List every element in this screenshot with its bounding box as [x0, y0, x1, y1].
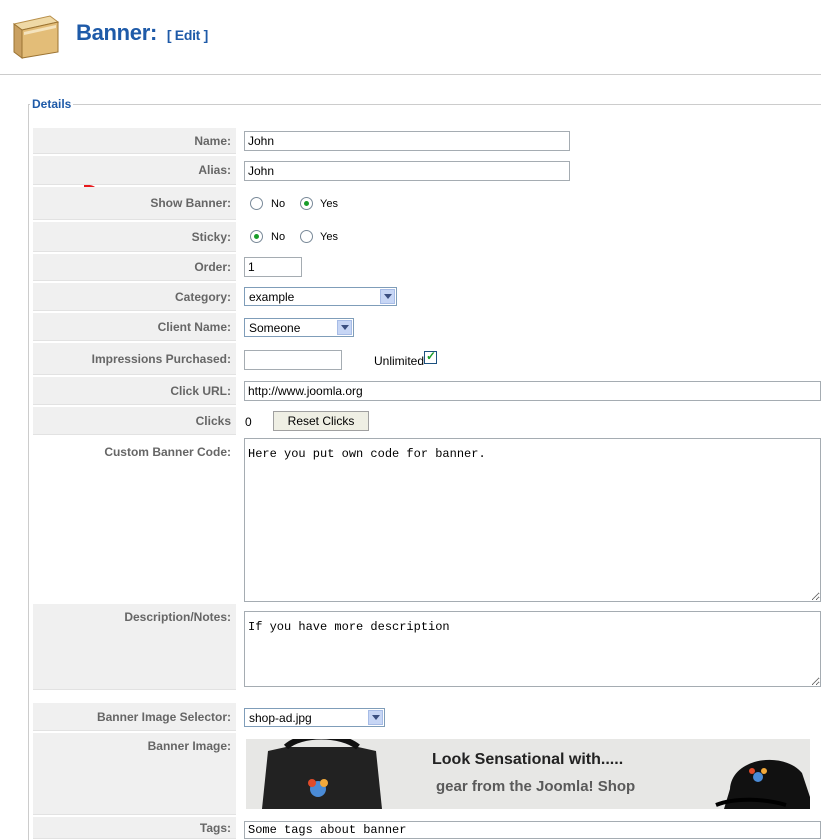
- alias-input[interactable]: [244, 161, 570, 181]
- chevron-down-icon[interactable]: [337, 320, 352, 335]
- sticky-yes-label: Yes: [320, 231, 338, 243]
- alias-label: Alias:: [33, 156, 236, 185]
- reset-clicks-button[interactable]: Reset Clicks: [273, 411, 369, 431]
- name-label: Name:: [33, 128, 236, 154]
- sticky-label: Sticky:: [33, 222, 236, 252]
- banner-graphic: [262, 739, 810, 809]
- banner-image-select-value: shop-ad.jpg: [249, 711, 312, 725]
- description-notes-label: Description/Notes:: [33, 604, 236, 690]
- client-name-label: Client Name:: [33, 313, 236, 341]
- clicks-value: 0: [245, 415, 252, 429]
- banner-image-select[interactable]: shop-ad.jpg: [244, 708, 385, 727]
- clicks-label: Clicks: [33, 407, 236, 435]
- category-label: Category:: [33, 283, 236, 311]
- page-title: Banner: [ Edit ]: [76, 20, 208, 46]
- order-label: Order:: [33, 254, 236, 281]
- name-input[interactable]: [244, 131, 570, 151]
- show-banner-yes-radio[interactable]: [300, 197, 313, 210]
- impressions-input[interactable]: [244, 350, 342, 370]
- click-url-input[interactable]: [244, 381, 821, 401]
- click-url-label: Click URL:: [33, 377, 236, 405]
- custom-banner-code-textarea[interactable]: Here you put own code for banner.: [244, 438, 821, 602]
- title-edit-tag: [ Edit ]: [166, 27, 208, 43]
- show-banner-label: Show Banner:: [33, 187, 236, 220]
- sticky-yes-radio[interactable]: [300, 230, 313, 243]
- box-icon: [12, 15, 60, 59]
- unlimited-label: Unlimited: [374, 354, 425, 368]
- banner-image-preview: Look Sensational with..... gear from the…: [246, 739, 810, 809]
- banner-headline: Look Sensational with.....: [432, 751, 624, 768]
- sticky-no-label: No: [271, 231, 286, 243]
- chevron-down-icon[interactable]: [368, 710, 383, 725]
- tags-label: Tags:: [33, 817, 236, 839]
- order-input[interactable]: [244, 257, 302, 277]
- description-notes-textarea[interactable]: If you have more description: [244, 611, 821, 687]
- sticky-no-radio[interactable]: [250, 230, 263, 243]
- details-legend: Details: [30, 97, 74, 111]
- client-name-select[interactable]: Someone: [244, 318, 354, 337]
- unlimited-checkbox[interactable]: ✓: [424, 349, 437, 364]
- client-name-select-value: Someone: [249, 321, 301, 335]
- show-banner-no-radio[interactable]: [250, 197, 263, 210]
- show-banner-no-label: No: [271, 198, 286, 210]
- checkmark-icon: ✓: [426, 349, 437, 363]
- page-header: Banner: [ Edit ]: [0, 0, 821, 75]
- category-select-value: example: [249, 290, 295, 304]
- banner-image-selector-label: Banner Image Selector:: [33, 703, 236, 731]
- tags-input[interactable]: [244, 821, 821, 839]
- show-banner-yes-label: Yes: [320, 198, 338, 210]
- impressions-label: Impressions Purchased:: [33, 343, 236, 375]
- banner-subline: gear from the Joomla! Shop: [436, 778, 636, 795]
- category-select[interactable]: example: [244, 287, 397, 306]
- banner-image-label: Banner Image:: [33, 733, 236, 815]
- title-text: Banner:: [76, 20, 158, 45]
- custom-banner-code-label: Custom Banner Code:: [104, 445, 231, 459]
- chevron-down-icon[interactable]: [380, 289, 395, 304]
